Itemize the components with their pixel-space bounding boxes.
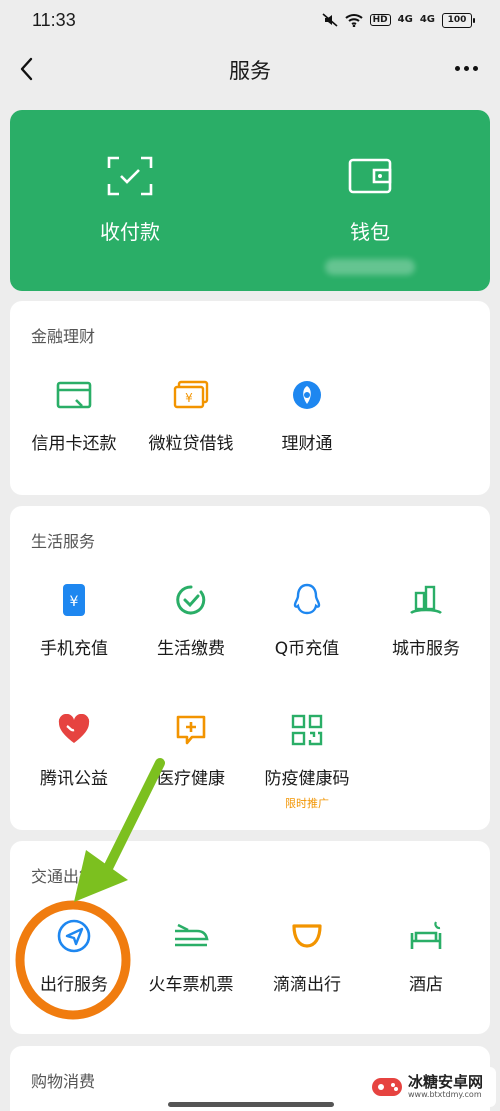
svg-text:¥: ¥ bbox=[185, 391, 193, 405]
blurred-balance bbox=[325, 259, 415, 275]
section-title: 金融理财 bbox=[31, 327, 96, 346]
medical-icon bbox=[171, 710, 211, 750]
more-icon[interactable] bbox=[455, 58, 478, 78]
cash-icon: ¥ bbox=[171, 375, 211, 415]
item-label: 手机充值 bbox=[40, 639, 108, 659]
scan-pay-icon bbox=[107, 156, 153, 200]
utility-bill-button[interactable]: 生活缴费 bbox=[131, 580, 251, 659]
phone-recharge-button[interactable]: ¥ 手机充值 bbox=[14, 580, 134, 659]
city-service-button[interactable]: 城市服务 bbox=[366, 580, 486, 659]
section-title: 购物消费 bbox=[31, 1072, 96, 1091]
receive-pay-label: 收付款 bbox=[100, 220, 160, 244]
medical-button[interactable]: 医疗健康 bbox=[131, 710, 251, 789]
city-service-icon bbox=[406, 580, 446, 620]
utility-bill-icon bbox=[171, 580, 211, 620]
didi-icon bbox=[287, 916, 327, 956]
wallet-label: 钱包 bbox=[350, 220, 390, 244]
item-label: 酒店 bbox=[409, 975, 443, 995]
health-code-button[interactable]: 防疫健康码 限时推广 bbox=[247, 710, 367, 811]
charity-button[interactable]: 腾讯公益 bbox=[14, 710, 134, 789]
wealth-icon bbox=[287, 375, 327, 415]
section-title: 生活服务 bbox=[31, 532, 96, 551]
item-label: 信用卡还款 bbox=[31, 434, 117, 454]
item-label: 火车票机票 bbox=[148, 975, 234, 995]
wifi-icon bbox=[344, 13, 363, 27]
wallet-button[interactable]: 钱包 bbox=[250, 110, 490, 291]
item-label: Q币充值 bbox=[274, 639, 340, 659]
receive-pay-button[interactable]: 收付款 bbox=[10, 110, 250, 291]
wallet-icon bbox=[348, 156, 392, 200]
train-icon bbox=[171, 916, 211, 956]
back-icon[interactable] bbox=[16, 54, 40, 84]
weilidai-button[interactable]: ¥ 微粒贷借钱 bbox=[131, 375, 251, 454]
item-label: 防疫健康码 bbox=[264, 769, 350, 789]
charity-icon bbox=[54, 710, 94, 750]
signal-icon: 4G bbox=[419, 14, 435, 25]
item-label: 出行服务 bbox=[40, 975, 108, 995]
licaitong-button[interactable]: 理财通 bbox=[247, 375, 367, 454]
hd-badge: HD bbox=[369, 14, 391, 26]
item-label: 城市服务 bbox=[392, 639, 460, 659]
life-service-section: 生活服务 ¥ 手机充值 生活缴费 Q币充值 城市服务 腾讯公益 医疗健康 防疫健… bbox=[10, 506, 490, 830]
hotel-icon bbox=[406, 916, 446, 956]
signal-icon: 4G bbox=[397, 14, 413, 25]
page-title: 服务 bbox=[229, 59, 271, 83]
didi-button[interactable]: 滴滴出行 bbox=[247, 916, 367, 995]
status-time: 11:33 bbox=[32, 9, 76, 30]
item-label: 腾讯公益 bbox=[40, 769, 108, 789]
item-label: 微粒贷借钱 bbox=[148, 434, 234, 454]
mute-icon bbox=[322, 13, 338, 27]
item-label: 理财通 bbox=[281, 434, 333, 454]
item-label: 滴滴出行 bbox=[273, 975, 341, 995]
home-indicator[interactable] bbox=[168, 1102, 334, 1107]
battery-icon: 100 bbox=[442, 12, 475, 28]
watermark-url: www.btxtdmy.com bbox=[408, 1089, 482, 1099]
svg-text:¥: ¥ bbox=[70, 594, 79, 610]
travel-service-button[interactable]: 出行服务 bbox=[14, 916, 134, 995]
watermark-logo: 冰糖安卓网 www.btxtdmy.com bbox=[366, 1067, 496, 1107]
status-bar: 11:33 HD 4G 4G 100 bbox=[0, 0, 500, 40]
navigation-icon bbox=[54, 916, 94, 956]
promo-badge: 限时推广 bbox=[285, 797, 329, 810]
section-title: 交通出行 bbox=[31, 867, 96, 886]
wallet-hero-card: 收付款 钱包 bbox=[10, 110, 490, 291]
status-icons: HD 4G 4G 100 bbox=[322, 12, 475, 28]
watermark-name: 冰糖安卓网 bbox=[408, 1073, 484, 1092]
health-code-icon bbox=[287, 710, 327, 750]
transport-section: 交通出行 出行服务 火车票机票 滴滴出行 酒店 bbox=[10, 841, 490, 1034]
hotel-button[interactable]: 酒店 bbox=[366, 916, 486, 995]
item-label: 医疗健康 bbox=[157, 769, 225, 789]
credit-card-icon bbox=[54, 375, 94, 415]
credit-card-repay-button[interactable]: 信用卡还款 bbox=[14, 375, 134, 454]
qq-coin-icon bbox=[287, 580, 327, 620]
item-label: 生活缴费 bbox=[157, 639, 225, 659]
gamepad-icon bbox=[372, 1078, 402, 1096]
train-flight-button[interactable]: 火车票机票 bbox=[131, 916, 251, 995]
finance-section: 金融理财 信用卡还款 ¥ 微粒贷借钱 理财通 bbox=[10, 301, 490, 495]
nav-bar: 服务 bbox=[0, 40, 500, 100]
qq-coin-button[interactable]: Q币充值 bbox=[247, 580, 367, 659]
phone-recharge-icon: ¥ bbox=[54, 580, 94, 620]
